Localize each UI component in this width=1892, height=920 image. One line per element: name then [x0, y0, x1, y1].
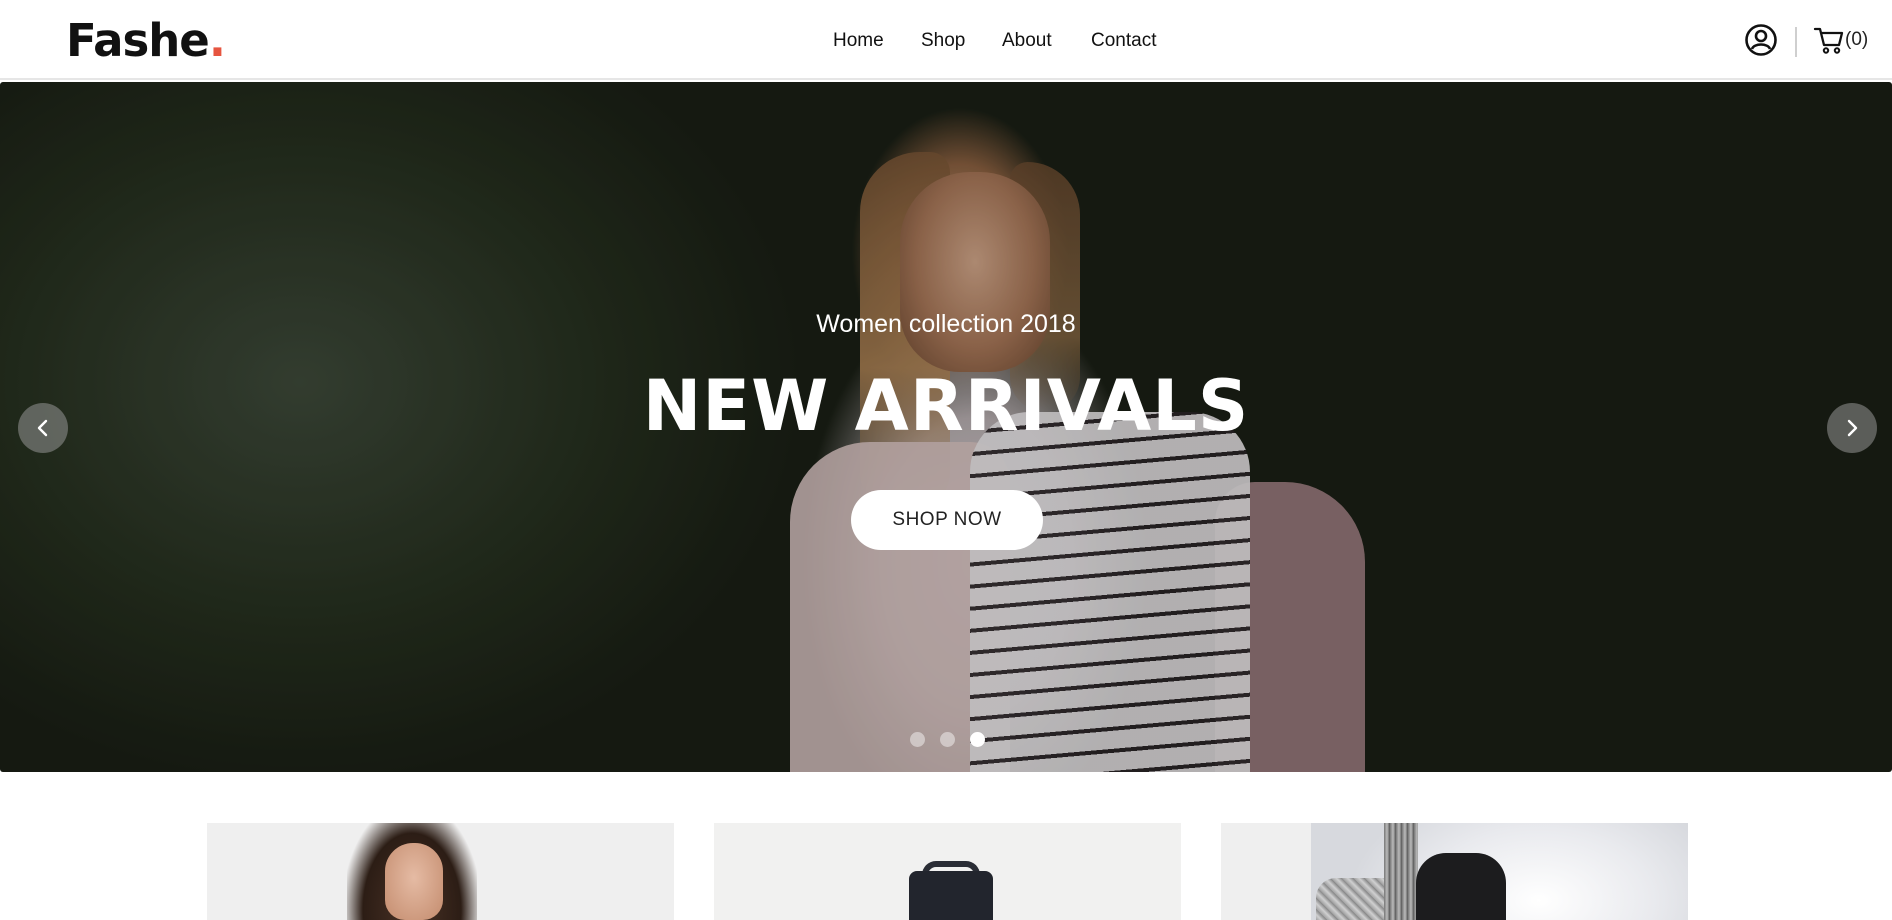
- nav-about-link[interactable]: About: [1002, 28, 1052, 54]
- hero-subtitle: Women collection 2018: [816, 310, 1076, 338]
- chevron-left-icon: [37, 419, 48, 437]
- slider-dot-2[interactable]: [940, 732, 955, 747]
- nav-contact-link[interactable]: Contact: [1091, 28, 1156, 54]
- main-nav: Home Shop About Contact: [0, 28, 1892, 54]
- category-banner-bags[interactable]: [714, 823, 1181, 920]
- black-handbag-photo: [909, 871, 993, 920]
- site-header: Fashe. Home Shop About Contact (0): [0, 0, 1892, 80]
- knit-bag-strap: [1384, 823, 1418, 920]
- user-circle-icon[interactable]: [1744, 23, 1778, 57]
- cart-button[interactable]: (0): [1813, 24, 1868, 56]
- hero-slider: Women collection 2018 NEW ARRIVALS SHOP …: [0, 82, 1892, 772]
- slider-dot-3-active[interactable]: [970, 732, 985, 747]
- category-banner-women[interactable]: [207, 823, 674, 920]
- slider-next-button[interactable]: [1827, 403, 1877, 453]
- shopping-cart-icon: [1813, 24, 1845, 56]
- black-bag-photo: [1416, 853, 1506, 920]
- category-banner-accessories[interactable]: [1221, 823, 1688, 920]
- shop-now-button[interactable]: SHOP NOW: [851, 490, 1043, 550]
- woman-model-face: [385, 843, 443, 920]
- chevron-right-icon: [1847, 419, 1858, 437]
- slider-dots: [0, 732, 1892, 748]
- nav-home-link[interactable]: Home: [833, 28, 884, 54]
- hero-title: NEW ARRIVALS: [642, 365, 1250, 447]
- slider-dot-1[interactable]: [910, 732, 925, 747]
- header-divider: [1795, 27, 1797, 57]
- nav-shop-link[interactable]: Shop: [921, 28, 965, 54]
- slider-prev-button[interactable]: [18, 403, 68, 453]
- cart-count: (0): [1845, 29, 1869, 50]
